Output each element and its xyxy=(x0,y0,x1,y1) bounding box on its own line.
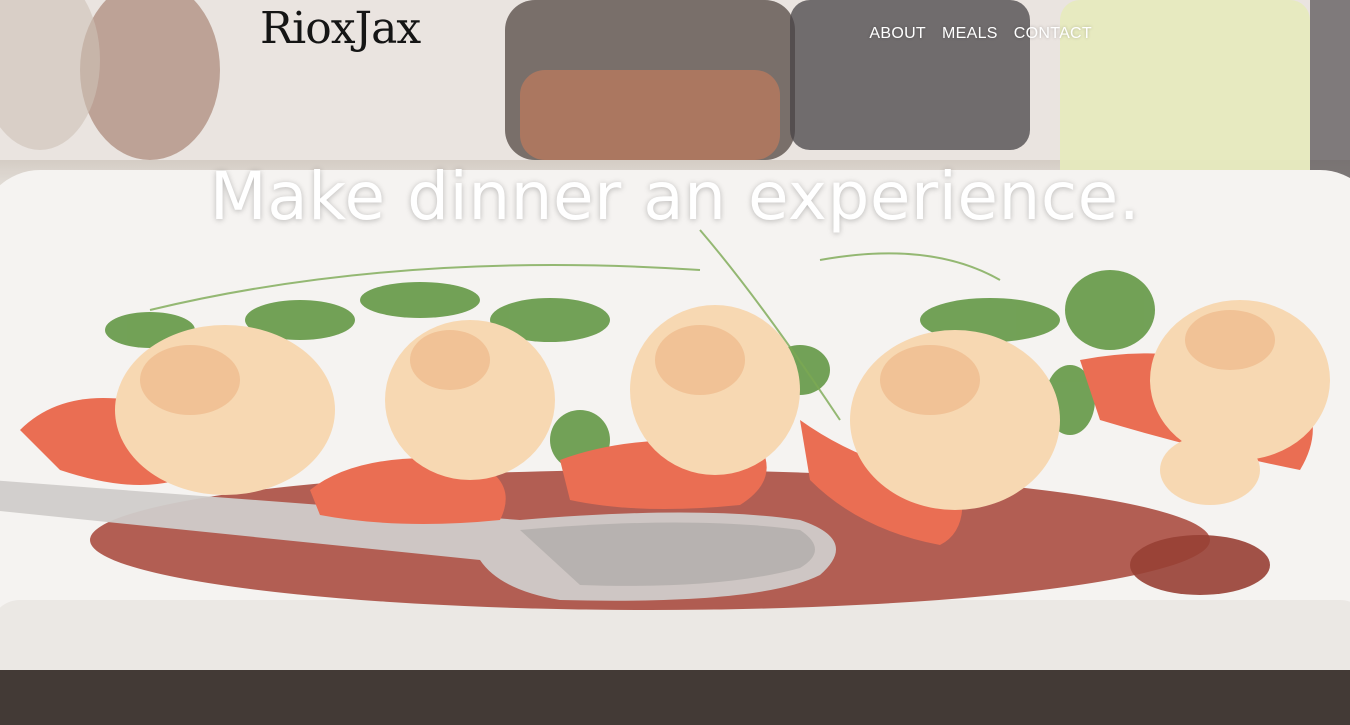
main-nav: ABOUT MEALS CONTACT xyxy=(869,25,1092,43)
hero-headline: Make dinner an experience. xyxy=(209,158,1141,235)
hero-background-photo xyxy=(0,0,1350,725)
nav-link-meals[interactable]: MEALS xyxy=(942,25,998,43)
hero-section: RioxJax ABOUT MEALS CONTACT Make dinner … xyxy=(0,0,1350,725)
site-header: RioxJax ABOUT MEALS CONTACT xyxy=(0,0,1350,70)
nav-link-about[interactable]: ABOUT xyxy=(869,25,926,43)
site-logo[interactable]: RioxJax xyxy=(260,2,421,56)
nav-link-contact[interactable]: CONTACT xyxy=(1014,25,1092,43)
